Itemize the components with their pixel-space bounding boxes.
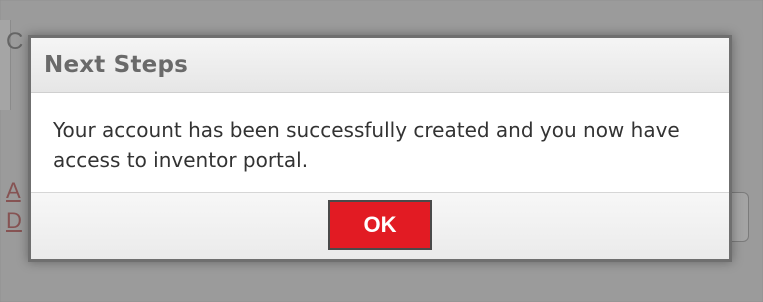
dialog-header: Next Steps (31, 38, 729, 93)
next-steps-dialog: Next Steps Your account has been success… (28, 35, 732, 262)
ok-button[interactable]: OK (328, 200, 432, 250)
dialog-body: Your account has been successfully creat… (31, 93, 729, 193)
dialog-title: Next Steps (44, 52, 188, 78)
dialog-message: Your account has been successfully creat… (53, 118, 680, 172)
dialog-footer: OK (31, 193, 729, 259)
